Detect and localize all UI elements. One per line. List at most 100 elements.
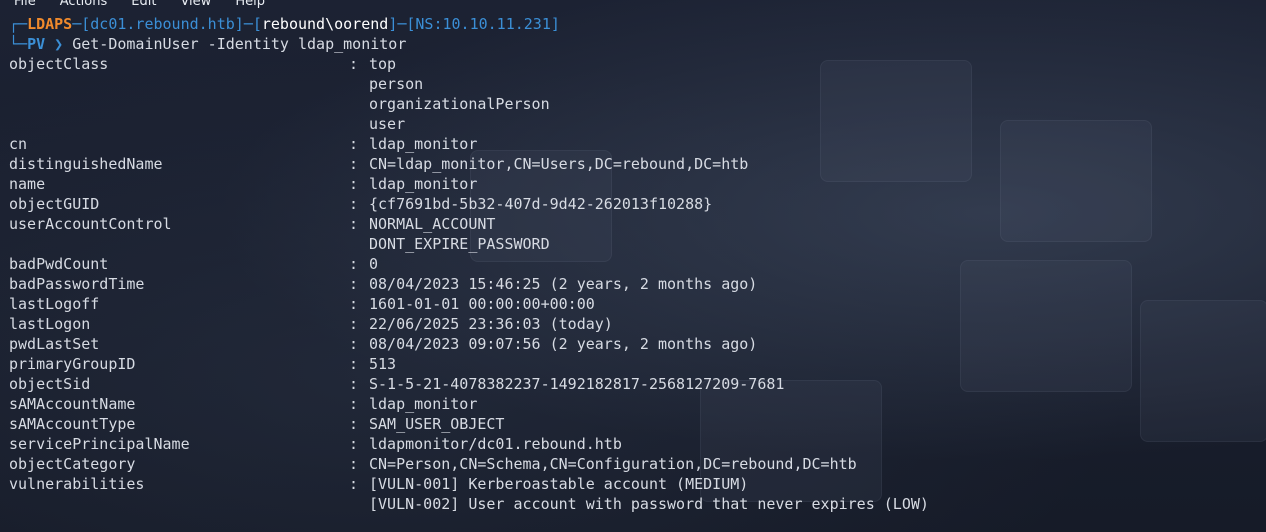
attribute-row: badPasswordTime:08/04/2023 15:46:25 (2 y…	[9, 274, 1266, 294]
attribute-separator: :	[349, 315, 359, 333]
attribute-key: objectGUID	[9, 195, 100, 213]
attribute-key: servicePrincipalName	[9, 435, 190, 453]
attribute-row: objectCategory: CN=Person,CN=Schema,CN=Co…	[9, 454, 1266, 474]
attribute-key: objectClass	[9, 55, 109, 73]
attribute-row: sAMAccountType: SAM_USER_OBJECT	[9, 414, 1266, 434]
attribute-value: [VULN-001] Kerberoastable account (MEDIU…	[369, 475, 749, 493]
attribute-value: [VULN-002] User account with password th…	[369, 495, 929, 513]
attribute-value: CN=Person,CN=Schema,CN=Configuration,DC=…	[369, 455, 857, 473]
attribute-value: NORMAL_ACCOUNT	[369, 215, 496, 233]
menu-item-view[interactable]: View	[180, 0, 211, 9]
attribute-separator: :	[349, 335, 359, 353]
attribute-separator-spacer	[349, 234, 369, 254]
attribute-separator-spacer	[349, 94, 369, 114]
attribute-value: organizationalPerson	[369, 95, 550, 113]
terminal-output: ┌─LDAPS─[dc01.rebound.htb]─[rebound\oore…	[9, 14, 1266, 514]
attribute-separator: :	[349, 375, 359, 393]
prompt-corner: ┌─	[9, 15, 28, 33]
attribute-value: 08/04/2023 15:46:25 (2 years, 2 months a…	[369, 275, 758, 293]
attribute-value: ldap_monitor	[369, 395, 478, 413]
attribute-separator-spacer	[349, 114, 369, 134]
attribute-row: person	[9, 74, 1266, 94]
attribute-key: sAMAccountType	[9, 415, 136, 433]
attribute-value: 0	[369, 255, 379, 273]
attribute-value: ldap_monitor	[369, 135, 478, 153]
attribute-separator: :	[349, 455, 359, 473]
command-text[interactable]: Get-DomainUser -Identity ldap_monitor	[72, 35, 406, 53]
attribute-row: organizationalPerson	[9, 94, 1266, 114]
attribute-row: pwdLastSet:08/04/2023 09:07:56 (2 years,…	[9, 334, 1266, 354]
attribute-key: lastLogon	[9, 315, 91, 333]
attribute-row: badPwdCount:0	[9, 254, 1266, 274]
prompt-host: dc01.rebound.htb	[90, 15, 235, 33]
attribute-row: name: ldap_monitor	[9, 174, 1266, 194]
menu-item-file[interactable]: File	[14, 0, 36, 9]
attribute-key-spacer	[9, 94, 349, 114]
attribute-value: 1601-01-01 00:00:00+00:00	[369, 295, 595, 313]
attribute-separator: :	[349, 215, 359, 233]
attribute-separator: :	[349, 175, 359, 193]
attribute-row: userAccountControl: NORMAL_ACCOUNT	[9, 214, 1266, 234]
prompt-tool: LDAPS	[27, 15, 73, 33]
attribute-row: servicePrincipalName: ldapmonitor/dc01.re…	[9, 434, 1266, 454]
attribute-separator: :	[349, 435, 359, 453]
attribute-row: cn: ldap_monitor	[9, 134, 1266, 154]
attribute-key: cn	[9, 135, 28, 153]
attribute-separator: :	[349, 415, 359, 433]
attribute-key-spacer	[9, 74, 349, 94]
attribute-row: [VULN-002] User account with password th…	[9, 494, 1266, 514]
attribute-value: 513	[369, 355, 397, 373]
attribute-value: S-1-5-21-4078382237-1492182817-256812720…	[369, 375, 785, 393]
attribute-row: vulnerabilities: [VULN-001] Kerberoastabl…	[9, 474, 1266, 494]
menu-item-actions[interactable]: Actions	[60, 0, 108, 9]
prompt-ns: NS:10.10.11.231	[415, 15, 551, 33]
attribute-row: distinguishedName: CN=ldap_monitor,CN=Use…	[9, 154, 1266, 174]
attribute-separator-spacer	[349, 494, 369, 514]
attribute-value: ldap_monitor	[369, 175, 478, 193]
attribute-separator: :	[349, 275, 359, 293]
attribute-key: pwdLastSet	[9, 335, 100, 353]
prompt-line-1: ┌─LDAPS─[dc01.rebound.htb]─[rebound\oore…	[9, 15, 560, 33]
attribute-value: ldapmonitor/dc01.rebound.htb	[369, 435, 622, 453]
prompt-mode: PV	[27, 35, 46, 53]
attribute-separator: :	[349, 135, 359, 153]
attribute-key-spacer	[9, 494, 349, 514]
attribute-key-spacer	[9, 114, 349, 134]
terminal-menubar: File Actions Edit View Help	[0, 0, 275, 9]
attribute-value: 22/06/2025 23:36:03 (today)	[369, 315, 613, 333]
attribute-key: primaryGroupID	[9, 355, 136, 373]
attribute-row: objectClass: top	[9, 54, 1266, 74]
attribute-key: vulnerabilities	[9, 475, 145, 493]
attribute-value: 08/04/2023 09:07:56 (2 years, 2 months a…	[369, 335, 758, 353]
attribute-row: lastLogoff:1601-01-01 00:00:00+00:00	[9, 294, 1266, 314]
attribute-value: DONT_EXPIRE_PASSWORD	[369, 235, 550, 253]
attribute-row: lastLogon:22/06/2025 23:36:03 (today)	[9, 314, 1266, 334]
attribute-value: top	[369, 55, 397, 73]
attribute-separator: :	[349, 155, 359, 173]
attribute-key-spacer	[9, 234, 349, 254]
attribute-separator-spacer	[349, 74, 369, 94]
attribute-key: name	[9, 175, 46, 193]
attribute-row: DONT_EXPIRE_PASSWORD	[9, 234, 1266, 254]
attribute-separator: :	[349, 295, 359, 313]
attribute-key: userAccountControl	[9, 215, 172, 233]
menu-item-help[interactable]: Help	[235, 0, 265, 9]
attribute-key: objectCategory	[9, 455, 136, 473]
attribute-list: objectClass: top person organizationalPerso…	[9, 54, 1266, 514]
attribute-separator: :	[349, 395, 359, 413]
attribute-key: sAMAccountName	[9, 395, 136, 413]
attribute-value: CN=ldap_monitor,CN=Users,DC=rebound,DC=h…	[369, 155, 749, 173]
attribute-row: primaryGroupID:513	[9, 354, 1266, 374]
attribute-key: badPasswordTime	[9, 275, 145, 293]
attribute-key: objectSid	[9, 375, 91, 393]
attribute-key: badPwdCount	[9, 255, 109, 273]
attribute-separator: :	[349, 195, 359, 213]
attribute-row: sAMAccountName: ldap_monitor	[9, 394, 1266, 414]
attribute-row: user	[9, 114, 1266, 134]
attribute-key: distinguishedName	[9, 155, 163, 173]
attribute-value: user	[369, 115, 406, 133]
prompt-line-2[interactable]: └─PV ❯ Get-DomainUser -Identity ldap_mon…	[9, 34, 1266, 54]
menu-item-edit[interactable]: Edit	[131, 0, 156, 9]
attribute-value: {cf7691bd-5b32-407d-9d42-262013f10288}	[369, 195, 713, 213]
attribute-value: person	[369, 75, 424, 93]
